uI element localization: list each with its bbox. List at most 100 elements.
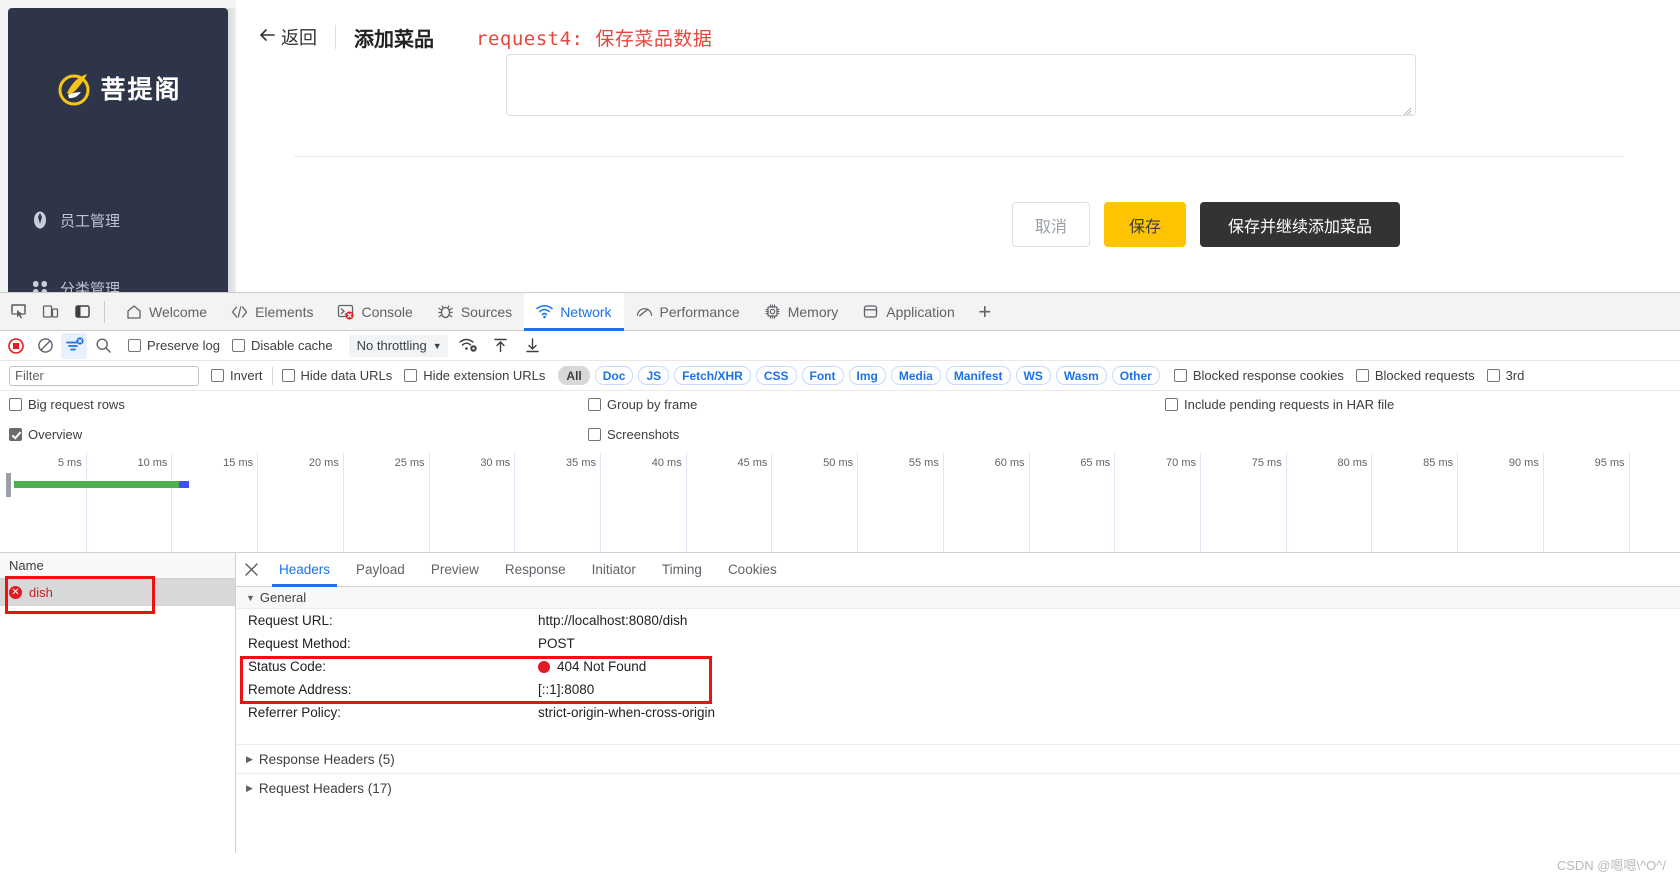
tab-network[interactable]: Network — [524, 292, 624, 331]
third-party-requests-checkbox[interactable]: 3rd — [1486, 368, 1525, 383]
request-method-key: Request Method: — [248, 636, 351, 651]
chip-all[interactable]: All — [558, 366, 590, 385]
back-button[interactable]: 返回 — [258, 24, 317, 50]
import-har-icon[interactable] — [488, 333, 514, 359]
detail-tab-preview[interactable]: Preview — [418, 553, 492, 587]
detail-tab-initiator[interactable]: Initiator — [579, 553, 649, 587]
more-tabs-button[interactable]: + — [967, 293, 1003, 331]
chip-css[interactable]: CSS — [755, 366, 797, 385]
status-code-key: Status Code: — [248, 659, 327, 674]
form-button-row: 取消 保存 保存并继续添加菜品 — [294, 202, 1624, 247]
inspect-element-icon[interactable] — [4, 298, 32, 326]
referrer-policy-key: Referrer Policy: — [248, 705, 342, 720]
chip-wasm[interactable]: Wasm — [1055, 366, 1107, 385]
tab-console[interactable]: Console — [325, 293, 424, 331]
chip-media[interactable]: Media — [890, 366, 941, 385]
chip-font[interactable]: Font — [801, 366, 844, 385]
screenshots-checkbox[interactable]: Screenshots — [588, 427, 679, 442]
tab-welcome[interactable]: Welcome — [113, 293, 219, 331]
chip-js[interactable]: JS — [638, 366, 670, 385]
tab-elements[interactable]: Elements — [219, 293, 325, 331]
detail-tab-bar: Headers Payload Preview Response Initiat… — [236, 553, 1680, 587]
sidebar-item-employee[interactable]: 员工管理 — [8, 198, 228, 242]
overview-bar-segment — [14, 481, 179, 488]
overview-left-handle[interactable] — [6, 473, 11, 497]
invert-checkbox[interactable]: Invert — [211, 368, 263, 383]
general-section: ▼ General Request URL: http://localhost:… — [236, 587, 1680, 724]
remote-address-key: Remote Address: — [248, 682, 352, 697]
save-button[interactable]: 保存 — [1104, 202, 1186, 247]
filter-input[interactable]: Filter — [9, 365, 199, 386]
table-row[interactable]: ✕ dish — [0, 579, 235, 606]
screenshot-root: 菩提阁 员工管理 分类管理 返回 添加菜品 request4: 保存菜品数据 取… — [0, 0, 1680, 882]
save-and-continue-button[interactable]: 保存并继续添加菜品 — [1200, 202, 1400, 247]
arrow-left-icon — [258, 27, 276, 48]
overview-tick-label: 45 ms — [737, 457, 768, 469]
chip-ws[interactable]: WS — [1015, 366, 1051, 385]
chevron-down-icon: ▼ — [432, 340, 442, 351]
include-pending-requests-label: Include pending requests in HAR file — [1184, 397, 1395, 412]
network-conditions-icon[interactable] — [456, 333, 482, 359]
detail-tab-headers[interactable]: Headers — [266, 553, 343, 587]
requests-column-header[interactable]: Name — [0, 553, 235, 579]
network-overview-timeline[interactable]: 5 ms 10 ms 15 ms 20 ms 25 ms 30 ms 35 ms 40 ms 4… — [0, 453, 1680, 553]
third-party-requests-box — [1486, 369, 1500, 382]
detail-tab-cookies[interactable]: Cookies — [715, 553, 790, 587]
request-headers-section[interactable]: ▶ Request Headers (17) — [236, 773, 1680, 802]
invert-label: Invert — [230, 368, 263, 383]
hide-extension-urls-checkbox[interactable]: Hide extension URLs — [404, 368, 545, 383]
overview-tick-label: 35 ms — [566, 457, 596, 469]
third-party-requests-label: 3rd — [1505, 368, 1525, 383]
search-icon[interactable] — [90, 333, 116, 359]
blocked-requests-checkbox[interactable]: Blocked requests — [1355, 368, 1475, 383]
throttling-value: No throttling — [356, 338, 427, 353]
tab-performance[interactable]: Performance — [624, 293, 752, 331]
blocked-response-cookies-checkbox[interactable]: Blocked response cookies — [1173, 368, 1344, 383]
collapsed-sections: ▶ Response Headers (5) ▶ Request Headers… — [236, 744, 1680, 802]
tab-application[interactable]: Application — [850, 293, 967, 331]
response-headers-section[interactable]: ▶ Response Headers (5) — [236, 744, 1680, 773]
include-pending-requests-checkbox[interactable]: Include pending requests in HAR file — [1165, 397, 1394, 412]
throttling-dropdown[interactable]: No throttling ▼ — [348, 334, 448, 357]
export-har-icon[interactable] — [520, 333, 546, 359]
detail-tab-response[interactable]: Response — [492, 553, 579, 587]
chip-img[interactable]: Img — [848, 366, 886, 385]
tab-memory[interactable]: Memory — [752, 293, 851, 331]
tabbar-divider — [104, 300, 105, 323]
hide-data-urls-checkbox[interactable]: Hide data URLs — [281, 368, 392, 383]
big-request-rows-checkbox[interactable]: Big request rows — [9, 397, 125, 412]
group-by-frame-checkbox[interactable]: Group by frame — [588, 397, 697, 412]
requests-table: Name ✕ dish — [0, 553, 236, 853]
detail-tab-timing[interactable]: Timing — [649, 553, 715, 587]
overview-box — [9, 428, 22, 441]
dish-form: 取消 保存 保存并继续添加菜品 — [294, 54, 1624, 300]
employee-icon — [30, 210, 50, 230]
device-toolbar-icon[interactable] — [36, 298, 64, 326]
clear-icon[interactable] — [32, 333, 58, 359]
dock-side-icon[interactable] — [68, 298, 96, 326]
general-row-request-url: Request URL: http://localhost:8080/dish — [236, 609, 1680, 632]
chip-manifest[interactable]: Manifest — [945, 366, 1011, 385]
disable-cache-checkbox[interactable]: Disable cache — [231, 338, 333, 353]
preserve-log-checkbox[interactable]: Preserve log — [128, 338, 220, 353]
back-button-label: 返回 — [281, 28, 317, 48]
record-stop-icon[interactable] — [3, 333, 29, 359]
general-row-remote-address: Remote Address: [::1]:8080 — [236, 678, 1680, 701]
overview-tick-label: 60 ms — [994, 457, 1025, 469]
app-main-content: 返回 添加菜品 request4: 保存菜品数据 取消 保存 保存并继续添加菜品 — [236, 0, 1680, 300]
overview-checkbox[interactable]: Overview — [9, 427, 82, 442]
overview-tick — [1628, 453, 1630, 552]
chip-other[interactable]: Other — [1111, 366, 1160, 385]
overview-tick — [257, 453, 259, 552]
chip-fetch-xhr[interactable]: Fetch/XHR — [674, 366, 751, 385]
description-textarea[interactable] — [506, 54, 1416, 116]
general-section-header[interactable]: ▼ General — [236, 587, 1680, 609]
cancel-button[interactable]: 取消 — [1012, 202, 1090, 247]
close-icon[interactable] — [236, 553, 266, 587]
detail-tab-payload[interactable]: Payload — [343, 553, 418, 587]
status-error-dot-icon — [538, 660, 550, 673]
chip-doc[interactable]: Doc — [594, 366, 634, 385]
filter-icon[interactable] — [61, 332, 87, 359]
overview-tick — [1457, 453, 1459, 552]
tab-sources[interactable]: Sources — [425, 293, 524, 331]
